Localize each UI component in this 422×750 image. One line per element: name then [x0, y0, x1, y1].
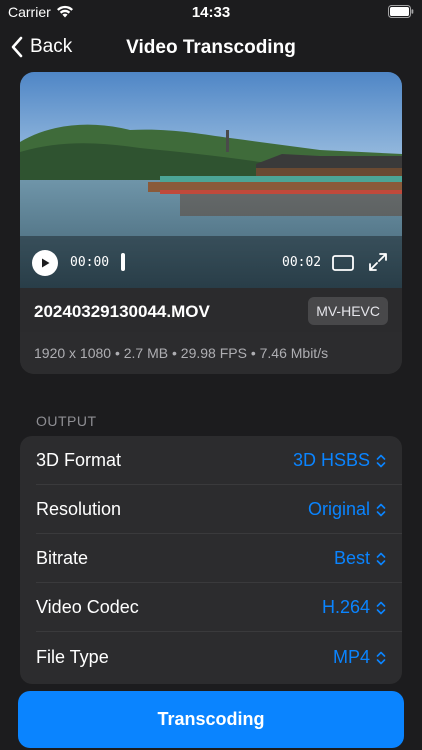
total-time: 00:02 [282, 255, 322, 270]
file-metadata-text: 1920 x 1080 • 2.7 MB • 29.98 FPS • 7.46 … [34, 345, 329, 361]
play-icon [42, 258, 50, 268]
section-header-output: OUTPUT [36, 413, 97, 429]
setting-label: Resolution [36, 499, 122, 519]
setting-label: 3D Format [36, 450, 122, 470]
chevron-up-down-icon [376, 651, 386, 664]
setting-row-bitrate[interactable]: Bitrate Best [20, 534, 402, 583]
chevron-up-down-icon [376, 601, 386, 614]
navigation-bar: Back Video Transcoding [0, 26, 422, 70]
play-button[interactable] [32, 250, 58, 276]
transcoding-button[interactable]: Transcoding [18, 691, 404, 748]
chevron-up-down-icon [376, 454, 386, 467]
setting-value: MP4 [332, 647, 370, 667]
fullscreen-icon[interactable] [368, 252, 388, 272]
setting-row-file-type[interactable]: File Type MP4 [20, 633, 402, 682]
output-settings-group: 3D Format 3D HSBS Resolution Original Bi… [20, 436, 402, 684]
chevron-up-down-icon [376, 552, 386, 565]
setting-label: Bitrate [36, 548, 89, 568]
file-metadata: 1920 x 1080 • 2.7 MB • 29.98 FPS • 7.46 … [20, 332, 402, 374]
setting-value: 3D HSBS [292, 450, 370, 470]
divider [36, 631, 402, 632]
video-card: 00:00 00:02 20240329130044.MOV MV-HEVC [20, 72, 402, 374]
setting-row-video-codec[interactable]: Video Codec H.264 [20, 583, 402, 632]
setting-value: Original [307, 499, 370, 519]
setting-label: File Type [36, 647, 109, 667]
setting-row-resolution[interactable]: Resolution Original [20, 485, 402, 534]
scrub-handle[interactable] [121, 253, 125, 271]
status-time: 14:33 [191, 4, 231, 21]
file-info-bar: 20240329130044.MOV MV-HEVC [20, 288, 402, 334]
chevron-up-down-icon [376, 503, 386, 516]
current-time: 00:00 [70, 255, 110, 270]
player-controls: 00:00 00:02 [20, 238, 402, 288]
codec-badge: MV-HEVC [308, 297, 388, 325]
setting-value: Best [333, 548, 370, 568]
battery-icon [388, 5, 414, 18]
setting-value: H.264 [321, 597, 370, 617]
status-bar: Carrier 14:33 [0, 0, 422, 24]
transcoding-button-label: Transcoding [157, 709, 265, 729]
file-name: 20240329130044.MOV [34, 302, 210, 321]
page-title: Video Transcoding [126, 37, 296, 58]
setting-row-3d-format[interactable]: 3D Format 3D HSBS [20, 436, 402, 485]
picture-in-picture-icon[interactable] [332, 254, 354, 272]
setting-label: Video Codec [36, 597, 139, 617]
